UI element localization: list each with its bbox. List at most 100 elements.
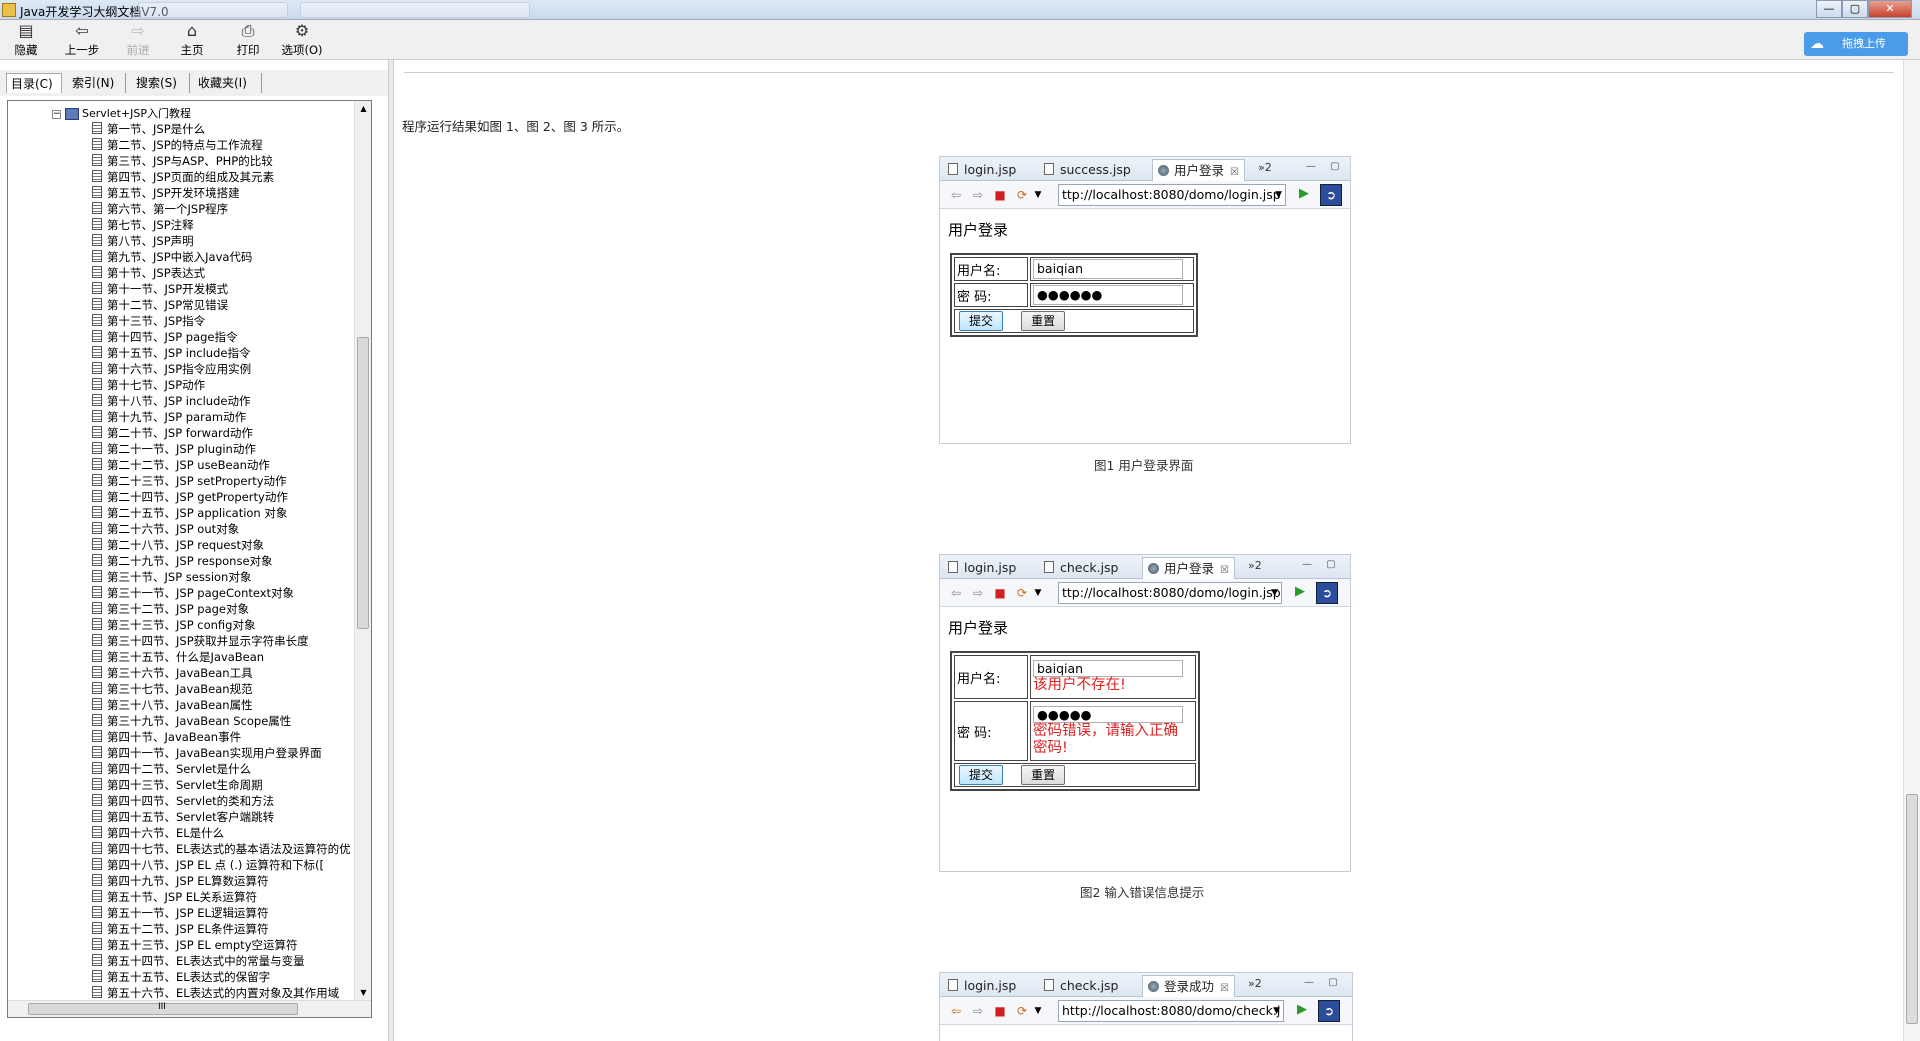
tree-item[interactable]: 第十五节、JSP include指令 [92, 345, 250, 361]
tab-success-jsp[interactable]: success.jsp [1044, 159, 1131, 181]
background-tab-1[interactable] [138, 2, 288, 18]
tree-item[interactable]: 第四十五节、Servlet客户端跳转 [92, 809, 274, 825]
open-external-icon[interactable]: ➲ [1316, 582, 1338, 604]
tree-item[interactable]: 第五节、JSP开发环境搭建 [92, 185, 240, 201]
tree-item[interactable]: 第五十四节、EL表达式中的常量与变量 [92, 953, 305, 969]
more-tabs[interactable]: »2 [1258, 161, 1272, 174]
tree-horizontal-scrollbar[interactable]: III [8, 1000, 371, 1017]
hide-button[interactable]: ▤ 隐藏 [0, 22, 52, 58]
tree-item[interactable]: 第十一节、JSP开发模式 [92, 281, 228, 297]
maximize-icon[interactable]: ▢ [1326, 976, 1340, 990]
tree-item[interactable]: 第三十七节、JavaBean规范 [92, 681, 253, 697]
tree-root[interactable]: − Servlet+JSP入门教程 [52, 105, 191, 120]
tree-item[interactable]: 第十七节、JSP动作 [92, 377, 205, 393]
go-icon[interactable]: ▶ [1296, 186, 1312, 204]
tab-contents[interactable]: 目录(C) [6, 73, 62, 93]
content-scroll-thumb[interactable] [1906, 794, 1918, 1024]
refresh-icon[interactable]: ⟳ [1014, 585, 1030, 601]
submit-button[interactable]: 提交 [959, 311, 1004, 331]
url-dropdown-icon[interactable]: ▼ [1273, 1001, 1280, 1021]
tree-item[interactable]: 第二十二节、JSP useBean动作 [92, 457, 270, 473]
tab-check-jsp[interactable]: check.jsp [1044, 975, 1119, 997]
tree-item[interactable]: 第五十五节、EL表达式的保留字 [92, 969, 270, 985]
stop-icon[interactable]: ■ [992, 1003, 1008, 1019]
tree-item[interactable]: 第一节、JSP是什么 [92, 121, 205, 137]
go-icon[interactable]: ▶ [1292, 584, 1308, 602]
tab-login-jsp[interactable]: login.jsp [948, 557, 1016, 579]
url-field[interactable]: http://localhost:8080/domo/check.j ▼ [1058, 1000, 1284, 1022]
tree-item[interactable]: 第三十二节、JSP page对象 [92, 601, 249, 617]
tab-user-login[interactable]: 用户登录 ☒ [1142, 557, 1235, 579]
tree-item[interactable]: 第二十四节、JSP getProperty动作 [92, 489, 288, 505]
url-dropdown-icon[interactable]: ▼ [1275, 185, 1282, 205]
tree-item[interactable]: 第九节、JSP中嵌入Java代码 [92, 249, 252, 265]
more-tabs[interactable]: »2 [1248, 559, 1262, 572]
tree-item[interactable]: 第二十六节、JSP out对象 [92, 521, 239, 537]
password-input[interactable]: ●●●●● [1033, 705, 1183, 723]
tree-item[interactable]: 第十四节、JSP page指令 [92, 329, 238, 345]
tree-item[interactable]: 第四十九节、JSP EL算数运算符 [92, 873, 268, 889]
forward-icon[interactable]: ⇨ [970, 187, 986, 203]
minimize-icon[interactable]: — [1304, 160, 1318, 174]
tree-item[interactable]: 第四十一节、JavaBean实现用户登录界面 [92, 745, 322, 761]
tree-item[interactable]: 第二节、JSP的特点与工作流程 [92, 137, 263, 153]
tree-item[interactable]: 第五十二节、JSP EL条件运算符 [92, 921, 268, 937]
stop-icon[interactable]: ■ [992, 585, 1008, 601]
open-external-icon[interactable]: ➲ [1318, 1000, 1340, 1022]
tree-item[interactable]: 第二十五节、JSP application 对象 [92, 505, 287, 521]
tab-index[interactable]: 索引(N) [68, 73, 126, 93]
tree-item[interactable]: 第七节、JSP注释 [92, 217, 194, 233]
tree-item[interactable]: 第四十八节、JSP EL 点 (.) 运算符和下标([ [92, 857, 324, 873]
tree-item[interactable]: 第十六节、JSP指令应用实例 [92, 361, 251, 377]
tree-item[interactable]: 第十八节、JSP include动作 [92, 393, 250, 409]
tree-item[interactable]: 第十三节、JSP指令 [92, 313, 205, 329]
reset-button[interactable]: 重置 [1021, 311, 1066, 331]
tree-item[interactable]: 第五十六节、EL表达式的内置对象及其作用域 [92, 985, 339, 1001]
tree-item[interactable]: 第三十节、JSP session对象 [92, 569, 251, 585]
password-input[interactable]: ●●●●●● [1033, 285, 1183, 305]
tree-item[interactable]: 第四十六节、EL是什么 [92, 825, 224, 841]
minimize-icon[interactable]: — [1300, 558, 1314, 572]
tree-item[interactable]: 第三十八节、JavaBean属性 [92, 697, 253, 713]
tree-item[interactable]: 第二十九节、JSP response对象 [92, 553, 273, 569]
tree-item[interactable]: 第三十九节、JavaBean Scope属性 [92, 713, 291, 729]
url-field[interactable]: ttp://localhost:8080/domo/login.jsp ▼ [1058, 184, 1286, 206]
forward-button[interactable]: ⇨ 前进 [112, 22, 164, 58]
open-external-icon[interactable]: ➲ [1320, 184, 1342, 206]
reset-button[interactable]: 重置 [1021, 765, 1066, 785]
back-button[interactable]: ⇦ 上一步 [56, 22, 108, 58]
tree-item[interactable]: 第二十八节、JSP request对象 [92, 537, 264, 553]
maximize-icon[interactable]: ▢ [1328, 160, 1342, 174]
tree-item[interactable]: 第四十七节、EL表达式的基本语法及运算符的优 [92, 841, 351, 857]
tree-item[interactable]: 第八节、JSP声明 [92, 233, 194, 249]
collapse-icon[interactable]: − [52, 109, 61, 119]
forward-icon[interactable]: ⇨ [970, 585, 986, 601]
tree-item[interactable]: 第三十三节、JSP config对象 [92, 617, 255, 633]
username-input[interactable]: baiqian [1033, 259, 1183, 279]
tab-search[interactable]: 搜索(S) [132, 73, 190, 93]
scroll-up-icon[interactable]: ▲ [355, 101, 371, 117]
tree-item[interactable]: 第二十三节、JSP setProperty动作 [92, 473, 287, 489]
forward-icon[interactable]: ⇨ [970, 1003, 986, 1019]
dropdown-icon[interactable]: ▼ [1030, 585, 1046, 601]
dropdown-icon[interactable]: ▼ [1030, 187, 1046, 203]
tab-check-jsp[interactable]: check.jsp [1044, 557, 1119, 579]
stop-icon[interactable]: ■ [992, 187, 1008, 203]
tab-login-success[interactable]: 登录成功 ☒ [1142, 975, 1235, 997]
dropdown-icon[interactable]: ▼ [1030, 1003, 1046, 1019]
go-icon[interactable]: ▶ [1294, 1002, 1310, 1020]
maximize-button[interactable]: ▢ [1842, 0, 1868, 18]
tree-item[interactable]: 第四十四节、Servlet的类和方法 [92, 793, 274, 809]
maximize-icon[interactable]: ▢ [1324, 558, 1338, 572]
tree-item[interactable]: 第十二节、JSP常见错误 [92, 297, 228, 313]
background-tab-2[interactable] [300, 2, 530, 18]
content-vertical-scrollbar[interactable] [1903, 60, 1920, 1041]
tree-scroll-thumb[interactable] [357, 337, 369, 629]
more-tabs[interactable]: »2 [1248, 977, 1262, 990]
tree-vertical-scrollbar[interactable]: ▲ ▼ [354, 101, 371, 1001]
tree-item[interactable]: 第三十五节、什么是JavaBean [92, 649, 264, 665]
print-button[interactable]: ⎙ 打印 [222, 22, 274, 58]
tab-login-jsp[interactable]: login.jsp [948, 159, 1016, 181]
tab-login-jsp[interactable]: login.jsp [948, 975, 1016, 997]
tree-item[interactable]: 第二十节、JSP forward动作 [92, 425, 253, 441]
